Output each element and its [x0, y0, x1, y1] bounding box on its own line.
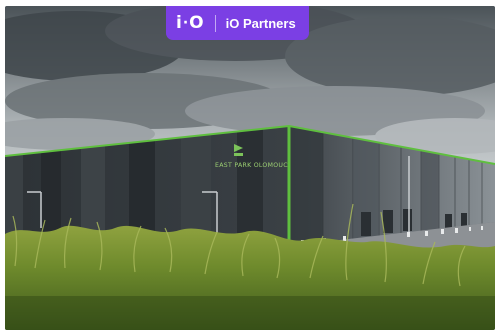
io-logo-icon: i · O: [176, 12, 204, 33]
grass-shadow: [5, 296, 495, 330]
logo-divider: [214, 14, 216, 32]
logo-mark-left: i: [176, 12, 182, 33]
warehouse-photo: EAST PARK OLOMOUC: [5, 6, 495, 330]
logo-mark-right: O: [189, 12, 204, 33]
logo-mark-dot: ·: [182, 15, 189, 31]
io-partners-logo-badge: i · O iO Partners: [166, 6, 309, 40]
brand-name: iO Partners: [225, 15, 296, 31]
warehouse-scene: EAST PARK OLOMOUC: [5, 6, 495, 330]
building-sign-text: EAST PARK OLOMOUC: [215, 162, 288, 169]
